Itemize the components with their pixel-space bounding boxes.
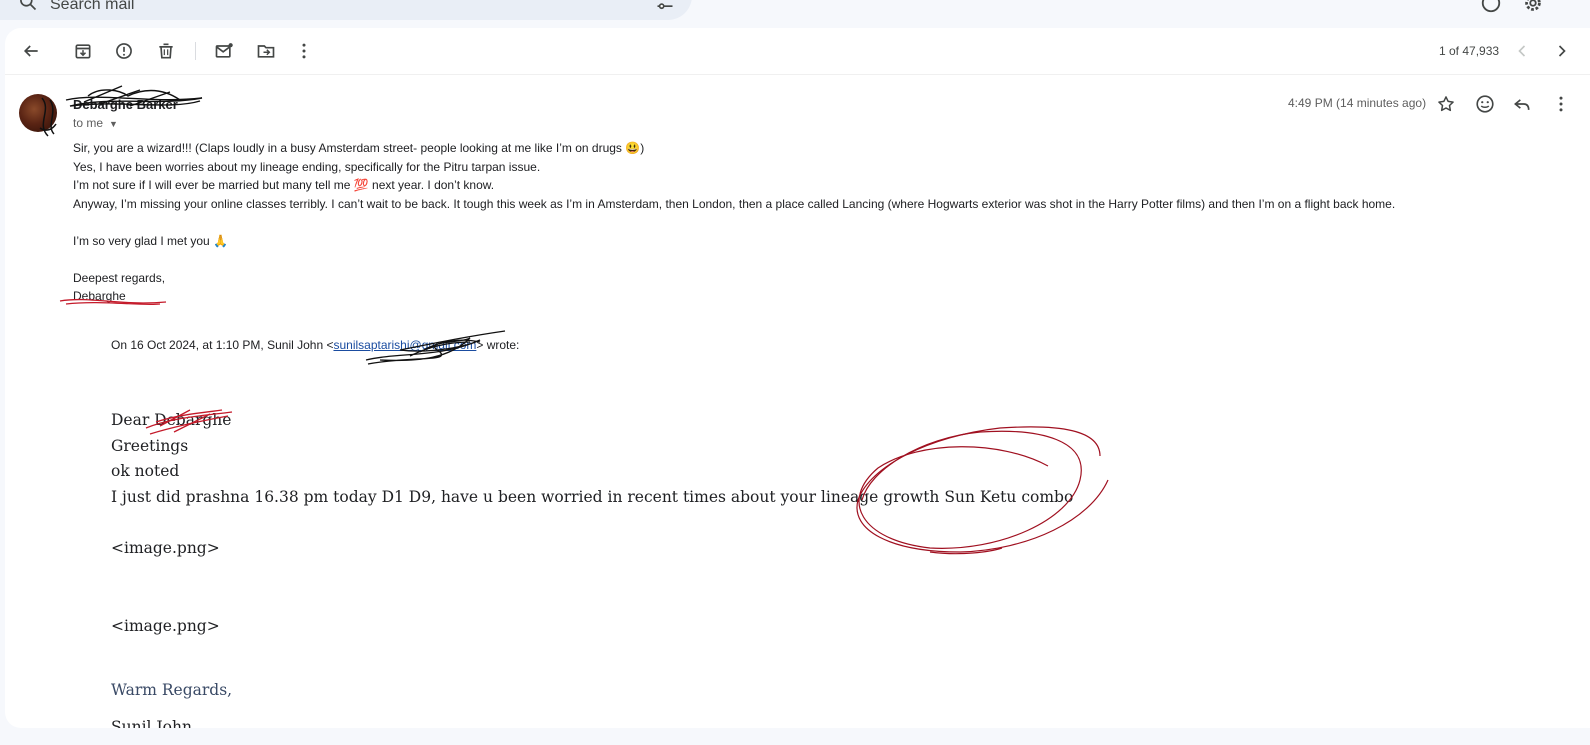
body-line: I’m not sure if I will ever be married b…: [73, 178, 495, 192]
move-to-folder-icon[interactable]: [255, 40, 277, 62]
glad-line: I’m so very glad I met you 🙏: [73, 233, 228, 248]
quote-attribution: On 16 Oct 2024, at 1:10 PM, Sunil John <…: [111, 338, 519, 352]
quoted-salutation: Dear Debarghe: [111, 411, 232, 429]
quoted-prashna-line: I just did prashna 16.38 pm today D1 D9,…: [111, 487, 1074, 506]
help-icon[interactable]: [1480, 0, 1502, 14]
mark-unread-icon[interactable]: [213, 40, 235, 62]
attachment-placeholder: <image.png>: [111, 538, 220, 557]
caret-down-icon[interactable]: ▼: [109, 119, 118, 129]
body-line: Anyway, I’m missing your online classes …: [73, 196, 1396, 211]
delete-trash-icon[interactable]: [155, 40, 177, 62]
message-toolbar: 1 of 47,933: [5, 28, 1590, 75]
search-icon[interactable]: [18, 0, 38, 12]
toolbar-divider: [195, 42, 196, 60]
attachment-placeholder: <image.png>: [111, 617, 220, 635]
quoted-noted: ok noted: [111, 462, 180, 480]
quote-header-suffix: > wrote:: [476, 338, 520, 352]
sender-name[interactable]: Debarghe Barker: [73, 97, 178, 112]
pagination-count: 1 of 47,933: [1439, 44, 1500, 58]
message-more-options-icon[interactable]: [1551, 94, 1571, 114]
more-options-icon[interactable]: [293, 40, 315, 62]
search-input[interactable]: [48, 0, 612, 16]
quoted-signoff-name: Sunil John: [111, 718, 192, 728]
closing-regards: Deepest regards,: [73, 270, 166, 285]
archive-icon[interactable]: [72, 40, 94, 62]
reply-arrow-icon[interactable]: [1512, 94, 1532, 114]
settings-gear-icon[interactable]: [1522, 0, 1544, 14]
quoted-message: Dear Debarghe Greetings ok noted I just …: [111, 408, 1311, 728]
quoted-signoff: Warm Regards,: [111, 680, 233, 699]
message-view-panel: 1 of 47,933 Debarghe Barker to me ▼ 4:49 …: [5, 28, 1590, 728]
avatar[interactable]: [19, 94, 57, 132]
star-icon[interactable]: [1436, 94, 1456, 114]
message-body: Sir, you are a wizard!!! (Claps loudly i…: [73, 139, 1553, 306]
filter-options-icon[interactable]: [655, 0, 675, 12]
quoted-greeting: Greetings: [111, 436, 189, 455]
message-timestamp: 4:49 PM (14 minutes ago): [1288, 96, 1427, 110]
recipient-details[interactable]: to me ▼: [73, 116, 118, 130]
body-line: Sir, you are a wizard!!! (Claps loudly i…: [73, 141, 645, 155]
search-bar: [0, 0, 692, 20]
report-spam-icon[interactable]: [113, 40, 135, 62]
body-line: Yes, I have been worries about my lineag…: [73, 159, 541, 174]
newer-chevron-left-icon[interactable]: [1511, 40, 1533, 62]
back-arrow-icon[interactable]: [20, 40, 42, 62]
quote-header-prefix: On 16 Oct 2024, at 1:10 PM, Sunil John <: [111, 338, 334, 352]
older-chevron-right-icon[interactable]: [1551, 40, 1573, 62]
sender-email-link[interactable]: sunilsaptarishi@gmail.com: [333, 338, 476, 352]
recipient-label: to me: [73, 116, 104, 130]
signature: Debarghe: [73, 289, 126, 303]
add-reaction-emoji-icon[interactable]: [1474, 93, 1496, 115]
